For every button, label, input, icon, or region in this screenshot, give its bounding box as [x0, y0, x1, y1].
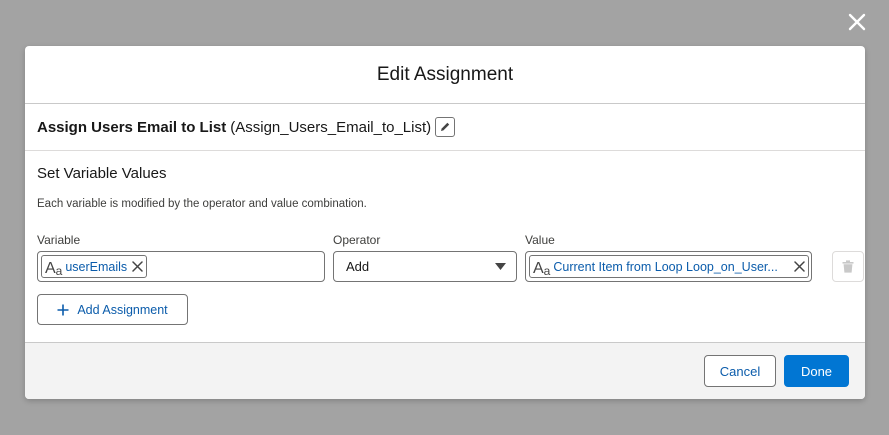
variable-column-label: Variable [37, 233, 81, 247]
value-column-label: Value [525, 233, 555, 247]
close-icon [794, 261, 805, 272]
close-icon [848, 13, 866, 31]
text-resource-icon: Aa [533, 259, 551, 278]
plus-icon [57, 304, 69, 316]
operator-column-label: Operator [333, 233, 381, 247]
pencil-icon [441, 122, 450, 131]
element-label: Assign Users Email to List [37, 118, 227, 136]
section-title: Set Variable Values [37, 165, 167, 182]
element-name-row: Assign Users Email to List (Assign_Users… [25, 104, 865, 151]
cancel-button[interactable]: Cancel [704, 355, 776, 387]
close-icon [132, 261, 143, 272]
set-variable-values-section: Set Variable Values Each variable is mod… [25, 151, 865, 325]
add-assignment-button[interactable]: Add Assignment [37, 294, 188, 325]
add-assignment-label: Add Assignment [77, 302, 168, 317]
remove-variable-button[interactable] [132, 261, 143, 272]
section-help-text: Each variable is modified by the operato… [37, 198, 367, 210]
trash-icon [842, 260, 854, 273]
variable-pill[interactable]: Aa userEmails [41, 255, 148, 278]
assignment-row: Aa userEmails Add A a Current Item from … [37, 251, 864, 285]
element-api-name: (Assign_Users_Email_to_List) [230, 118, 432, 136]
edit-name-button[interactable] [435, 117, 456, 137]
modal-header: Edit Assignment [25, 46, 865, 104]
chevron-down-icon [495, 263, 506, 270]
modal-title: Edit Assignment [376, 63, 514, 85]
operator-selected-value: Add [346, 259, 370, 274]
column-labels: Variable Operator Value [37, 233, 853, 249]
variable-input[interactable]: Aa userEmails [37, 251, 325, 282]
done-button[interactable]: Done [784, 355, 849, 387]
variable-pill-label: userEmails [65, 259, 128, 274]
value-pill-label: Current Item from Loop Loop_on_User... [553, 259, 778, 274]
delete-row-button[interactable] [832, 251, 864, 282]
value-input[interactable]: Aa Current Item from Loop Loop_on_User..… [525, 251, 812, 282]
modal-footer: Cancel Done [25, 342, 865, 399]
text-variable-icon: Aa [45, 259, 63, 278]
close-modal-button[interactable] [843, 8, 871, 36]
operator-select[interactable]: Add [333, 251, 517, 282]
remove-value-button[interactable] [794, 261, 805, 272]
value-pill[interactable]: Aa Current Item from Loop Loop_on_User..… [529, 255, 809, 278]
edit-assignment-modal: Edit Assignment Assign Users Email to Li… [25, 46, 865, 399]
